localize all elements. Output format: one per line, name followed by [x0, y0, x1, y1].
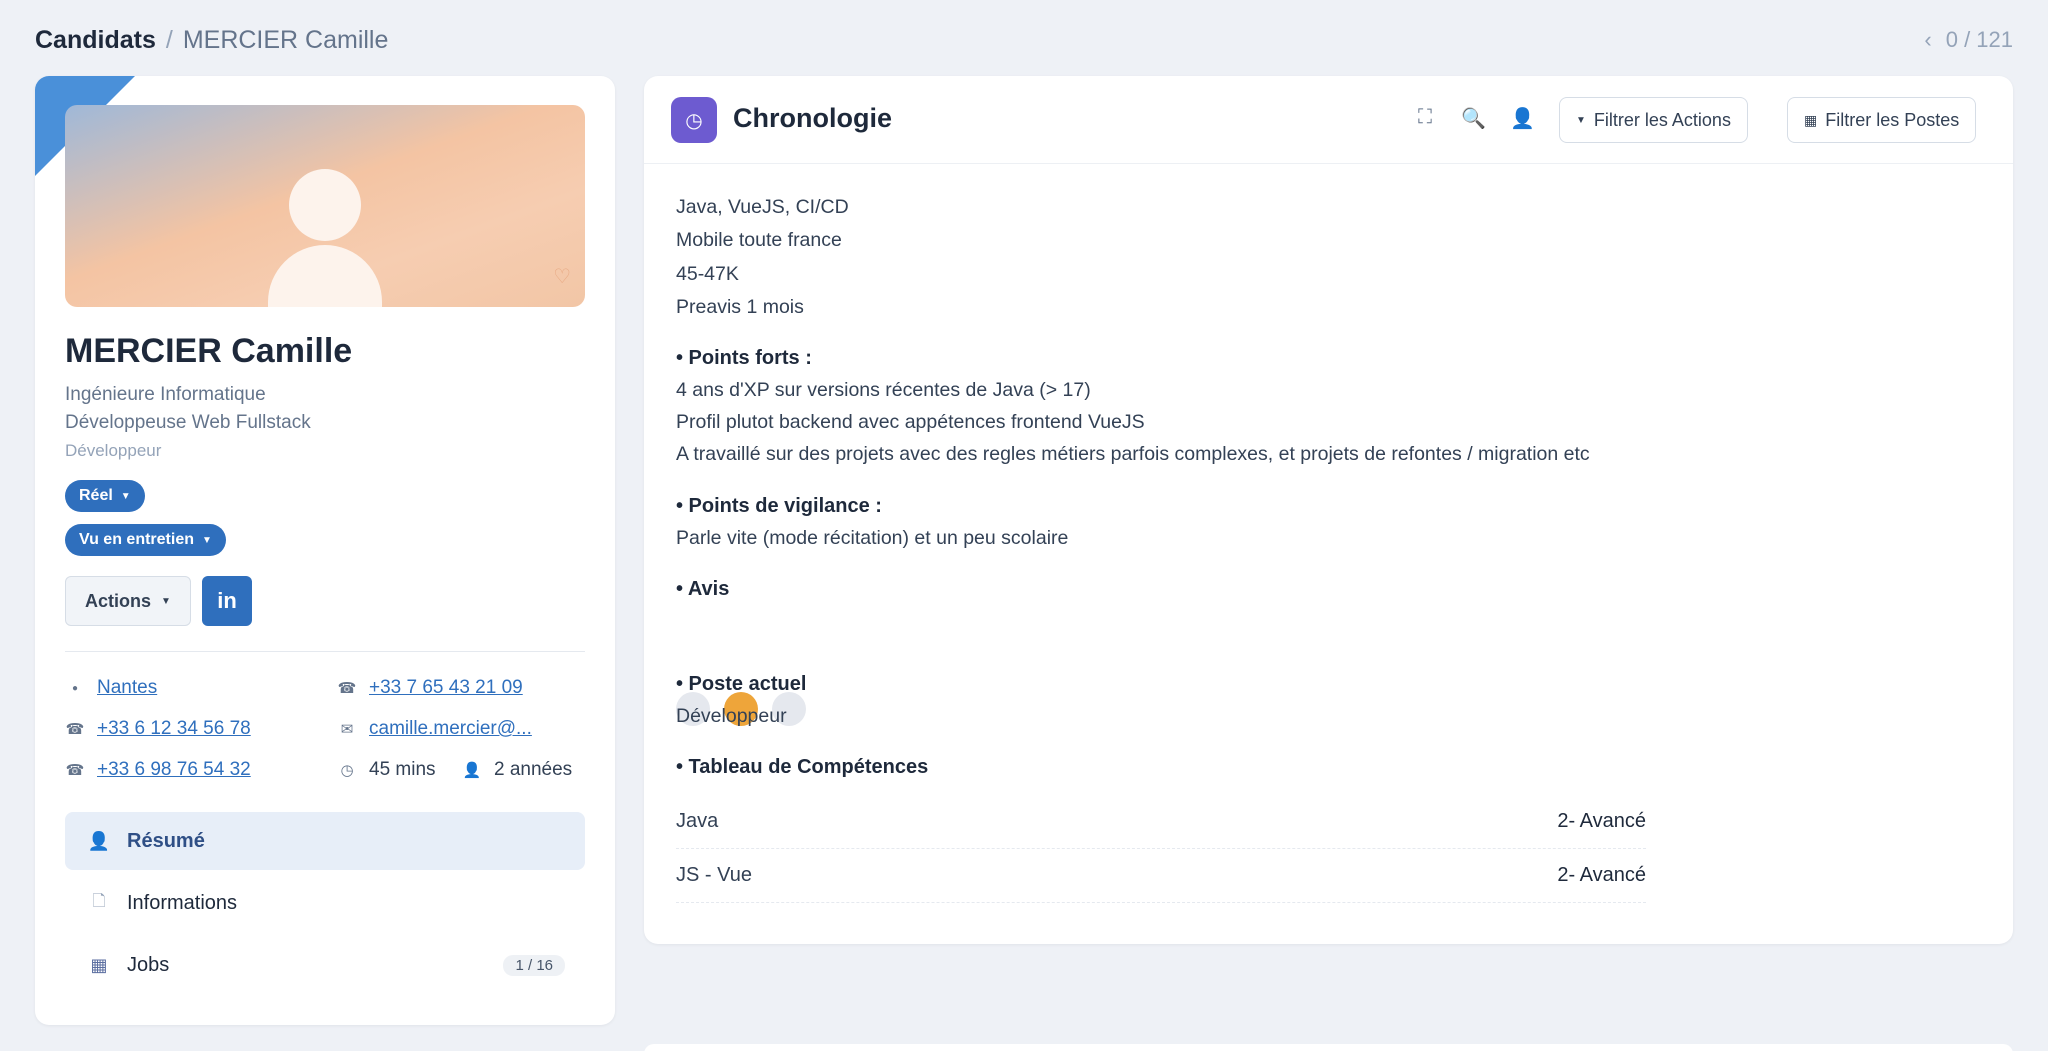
caret-down-icon: ▼ — [1576, 114, 1586, 126]
skill-name: Java — [676, 810, 719, 832]
caret-down-icon: ▼ — [201, 534, 212, 546]
filter-posts-label: Filtrer les Postes — [1825, 109, 1960, 130]
breadcrumb-separator: / — [165, 25, 173, 54]
caret-down-icon: ▼ — [161, 595, 171, 607]
user-icon[interactable]: 👤 — [1510, 106, 1535, 131]
candidate-name: MERCIER Camille — [65, 332, 353, 370]
user-icon: 👤 — [462, 762, 482, 779]
nav-resume-label: Résumé — [127, 829, 205, 852]
vigilance-title: • Points de vigilance : — [676, 495, 882, 517]
clock-icon: ◷ — [340, 762, 354, 779]
strength-line: Profil plutot backend avec appétences fr… — [676, 411, 1145, 433]
filter-actions-button[interactable]: ▼ Filtrer les Actions — [1559, 97, 1748, 143]
phone-2-link[interactable]: +33 6 12 34 56 78 — [97, 718, 251, 740]
location-dot-icon: ● — [71, 682, 79, 694]
strengths-title: • Points forts : — [676, 347, 812, 369]
expand-icon[interactable]: ⛶ — [1418, 106, 1432, 129]
experience-value: 2 années — [494, 759, 573, 780]
jobs-count-badge: 1 / 16 — [503, 954, 565, 976]
linkedin-icon: in — [217, 588, 237, 613]
top-bar: Candidats / MERCIER Camille ‹ 0 / 121 — [35, 24, 2013, 56]
grid-icon: ▦ — [1804, 111, 1818, 128]
stage-pill-label: Vu en entretien — [79, 531, 194, 548]
candidate-role: Développeur — [65, 441, 162, 460]
duration-value: 45 mins — [369, 759, 436, 780]
linkedin-button[interactable]: in — [202, 576, 252, 626]
next-card-peek — [644, 1044, 2013, 1051]
phone-3-link[interactable]: +33 6 98 76 54 32 — [97, 759, 251, 781]
status-pill-label: Réel — [79, 487, 113, 504]
actions-button[interactable]: Actions ▼ — [65, 576, 191, 626]
poste-title: • Poste actuel — [676, 673, 807, 695]
clock-icon: ◷ — [671, 97, 717, 143]
breadcrumb: Candidats / MERCIER Camille — [35, 26, 388, 55]
file-icon: 🗋 — [92, 892, 106, 910]
chevron-left-icon[interactable]: ‹ — [1924, 27, 1931, 53]
nav-item-resume[interactable]: 👤 Résumé — [65, 812, 585, 870]
email-link[interactable]: camille.mercier@... — [369, 718, 532, 740]
avatar-body — [268, 245, 382, 307]
candidate-subtitle-1: Ingénieure Informatique — [65, 384, 266, 405]
contact-phone-main: ☎ +33 7 65 43 21 09 — [337, 677, 523, 699]
phone-icon: ☎ — [65, 721, 85, 738]
timeline-header: ◷ Chronologie ⛶ 🔍 👤 ▼ Filtrer les Action… — [644, 76, 2013, 164]
skill-name: JS - Vue — [676, 864, 752, 886]
breadcrumb-root[interactable]: Candidats — [35, 26, 156, 55]
avatar-head — [289, 169, 361, 241]
summary-line: Java, VueJS, CI/CD — [676, 196, 849, 218]
caret-down-icon: ▼ — [120, 490, 131, 502]
avis-title: • Avis — [676, 578, 730, 600]
phone-icon: ☎ — [65, 762, 85, 779]
city-link[interactable]: Nantes — [97, 677, 157, 699]
summary-line: Preavis 1 mois — [676, 296, 804, 318]
nav-informations-label: Informations — [127, 891, 238, 914]
user-icon: 👤 — [87, 830, 111, 851]
timeline-title: Chronologie — [733, 103, 892, 133]
strength-line: 4 ans d'XP sur versions récentes de Java… — [676, 379, 1091, 401]
table-row: Java 2- Avancé — [676, 795, 1646, 849]
contact-duration: ◷ 45 mins — [337, 759, 436, 781]
nav-item-jobs[interactable]: ▦ Jobs 1 / 16 — [65, 936, 585, 994]
strength-line: A travaillé sur des projets avec des reg… — [676, 443, 1590, 465]
poste-value: Développeur — [676, 705, 787, 727]
breadcrumb-current: MERCIER Camille — [182, 25, 389, 54]
search-icon[interactable]: 🔍 — [1461, 106, 1486, 131]
skill-level: 2- Avancé — [1557, 864, 1646, 886]
stage-pill[interactable]: Vu en entretien ▼ — [65, 524, 226, 556]
divider — [65, 651, 585, 652]
pager-count: 0 / 121 — [1945, 27, 2013, 52]
skill-level: 2- Avancé — [1557, 810, 1646, 832]
profile-banner: ♡ — [65, 105, 585, 307]
contact-experience: 👤 2 années — [462, 759, 573, 781]
pager: ‹ 0 / 121 — [1924, 27, 2013, 53]
filter-posts-button[interactable]: ▦ Filtrer les Postes — [1787, 97, 1977, 143]
timeline-card: ◷ Chronologie ⛶ 🔍 👤 ▼ Filtrer les Action… — [644, 76, 2013, 944]
summary-line: 45-47K — [676, 263, 739, 285]
nav-jobs-label: Jobs — [127, 953, 170, 976]
building-icon: ▦ — [90, 954, 108, 975]
contact-email: ✉ camille.mercier@... — [337, 718, 532, 740]
candidate-subtitle-2: Développeuse Web Fullstack — [65, 412, 311, 433]
contact-phone-3: ☎ +33 6 98 76 54 32 — [65, 759, 251, 781]
contact-phone-2: ☎ +33 6 12 34 56 78 — [65, 718, 251, 740]
actions-label: Actions — [85, 590, 152, 611]
phone-icon: ☎ — [337, 680, 357, 697]
mail-icon: ✉ — [340, 721, 354, 738]
nav-item-informations[interactable]: 🗋 Informations — [65, 874, 585, 932]
table-row: JS - Vue 2- Avancé — [676, 849, 1646, 903]
summary-line: Mobile toute france — [676, 229, 842, 251]
phone-main-link[interactable]: +33 7 65 43 21 09 — [369, 677, 523, 699]
filter-actions-label: Filtrer les Actions — [1593, 109, 1731, 130]
status-pill[interactable]: Réel ▼ — [65, 480, 145, 512]
competences-title: • Tableau de Compétences — [676, 756, 929, 778]
heart-icon[interactable]: ♡ — [553, 264, 571, 289]
contact-city: ● Nantes — [65, 677, 157, 699]
vigilance-line: Parle vite (mode récitation) et un peu s… — [676, 527, 1069, 549]
profile-card: ♡ MERCIER Camille Ingénieure Informatiqu… — [35, 76, 615, 1025]
